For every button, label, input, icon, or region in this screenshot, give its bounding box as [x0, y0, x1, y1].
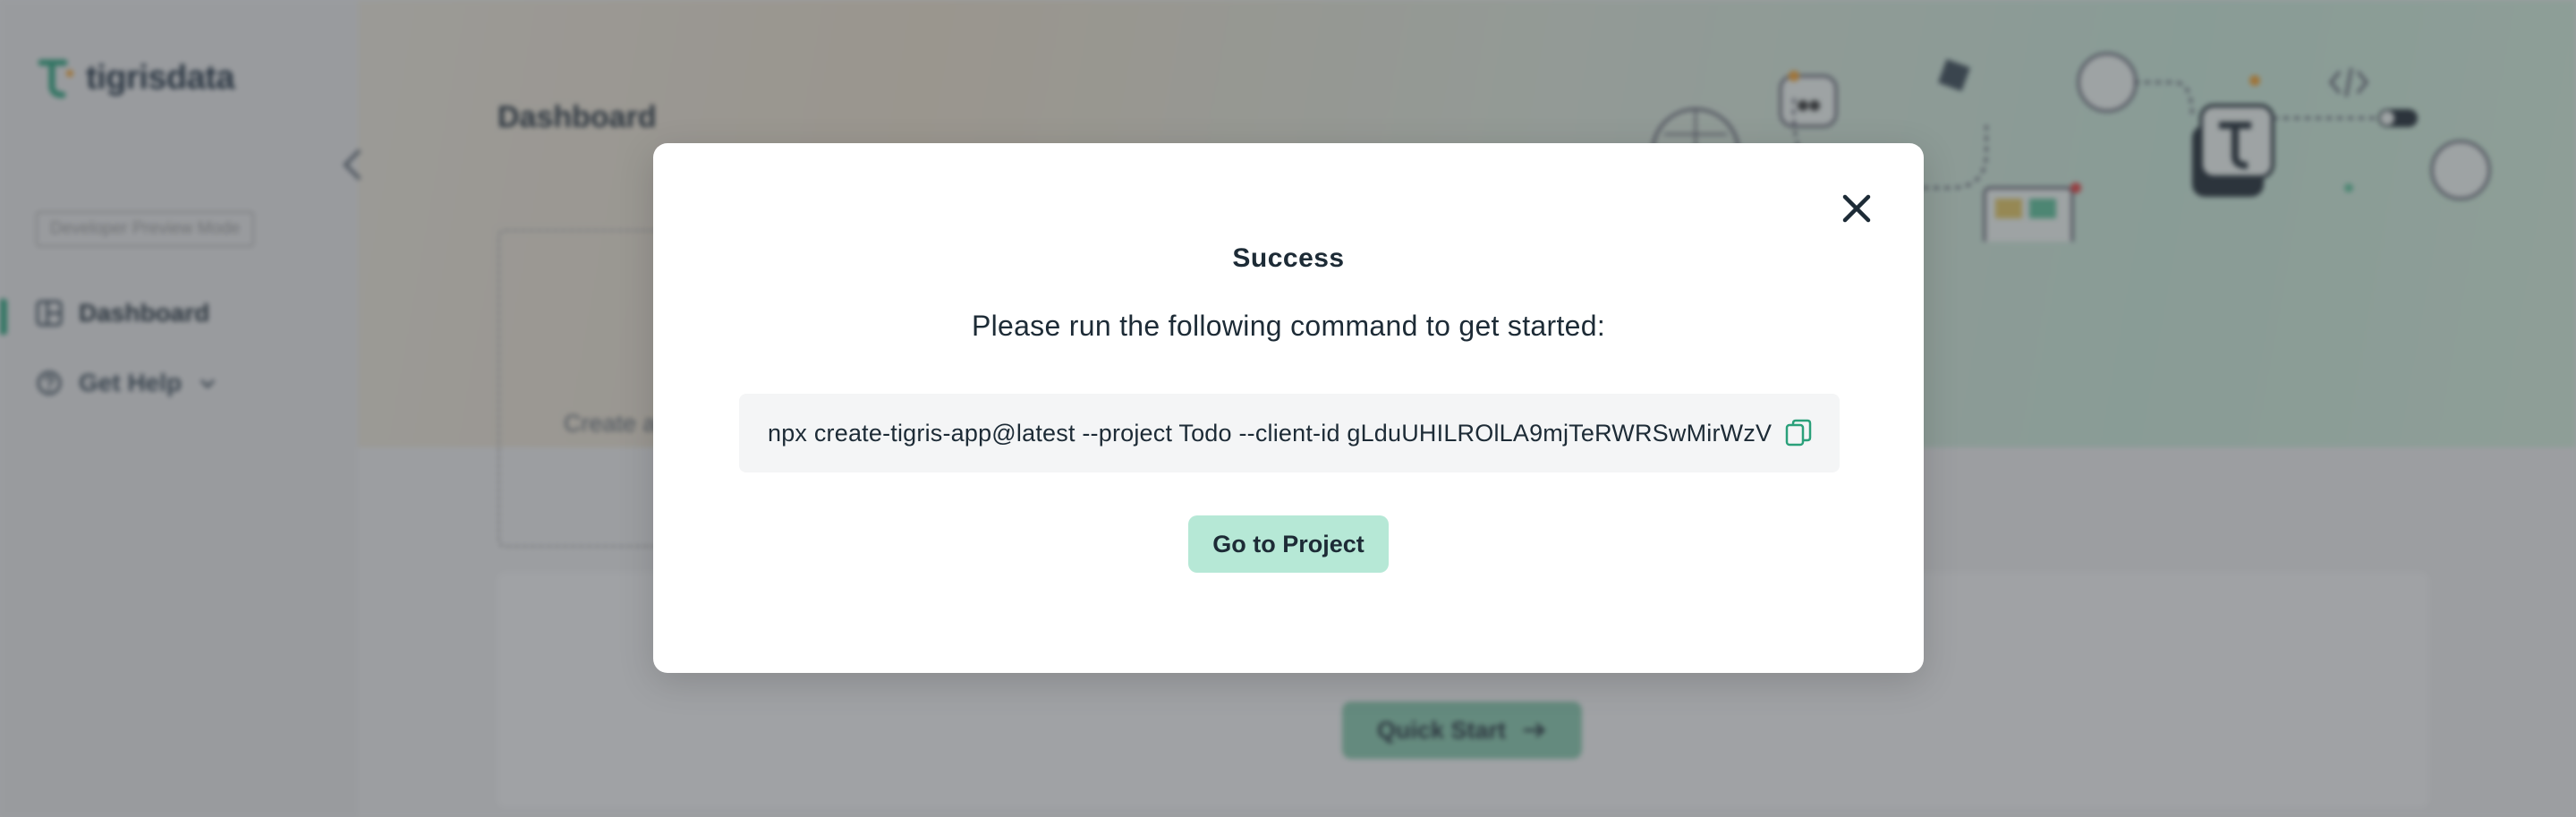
close-button[interactable]: [1836, 188, 1877, 229]
command-box: npx create-tigris-app@latest --project T…: [739, 394, 1840, 472]
modal-subtitle: Please run the following command to get …: [971, 310, 1606, 342]
copy-icon[interactable]: [1784, 418, 1813, 448]
go-to-project-button[interactable]: Go to Project: [1188, 515, 1389, 573]
close-icon: [1842, 194, 1871, 223]
command-text[interactable]: npx create-tigris-app@latest --project T…: [768, 420, 1777, 447]
success-modal: Success Please run the following command…: [653, 143, 1924, 673]
modal-title: Success: [1232, 243, 1345, 273]
